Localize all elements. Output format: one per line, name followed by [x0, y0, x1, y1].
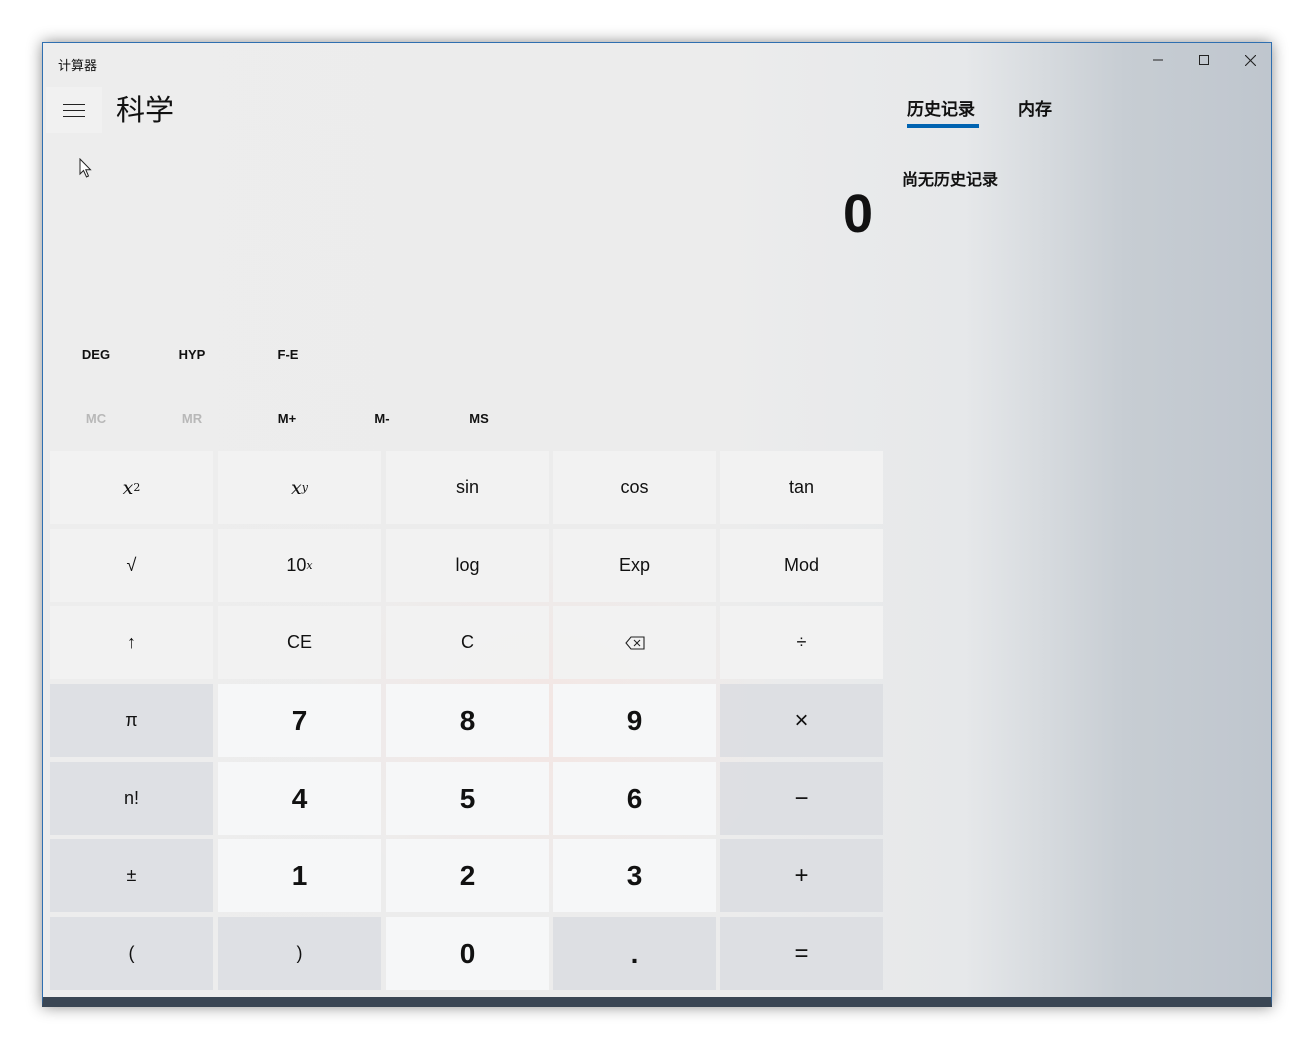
shift-button[interactable]: ↑ — [50, 606, 213, 679]
maximize-button[interactable] — [1181, 43, 1227, 77]
calculator-window: 计算器 科学 0 DEG HYP F-E MC MR M+ M- MS x2 x… — [42, 42, 1272, 1007]
hamburger-icon — [63, 103, 85, 105]
memory-store-button[interactable]: MS — [439, 411, 519, 426]
ten-power-button[interactable]: 10 x — [218, 529, 381, 602]
keypad: x2 xy sin cos tan √ 10 x log Exp Mod ↑ CE… — [50, 451, 884, 993]
memory-subtract-button[interactable]: M- — [342, 411, 422, 426]
square-root-button[interactable]: √ — [50, 529, 213, 602]
cosine-button[interactable]: cos — [553, 451, 716, 524]
backspace-button[interactable] — [553, 606, 716, 679]
empty-history-message: 尚无历史记录 — [902, 170, 999, 189]
pi-button[interactable]: π — [50, 684, 213, 757]
digit-2-button[interactable]: 2 — [386, 839, 549, 912]
close-icon — [1244, 54, 1256, 66]
memory-recall-button[interactable]: MR — [152, 411, 232, 426]
active-tab-indicator — [907, 124, 979, 128]
tab-history[interactable]: 历史记录 — [907, 95, 975, 120]
tangent-button[interactable]: tan — [720, 451, 883, 524]
minimize-button[interactable] — [1135, 43, 1181, 77]
mod-button[interactable]: Mod — [720, 529, 883, 602]
negate-button[interactable]: ± — [50, 839, 213, 912]
digit-1-button[interactable]: 1 — [218, 839, 381, 912]
log-button[interactable]: log — [386, 529, 549, 602]
clear-button[interactable]: C — [386, 606, 549, 679]
maximize-icon — [1199, 55, 1209, 65]
digit-8-button[interactable]: 8 — [386, 684, 549, 757]
clear-entry-button[interactable]: CE — [218, 606, 381, 679]
tab-memory[interactable]: 内存 — [1018, 95, 1052, 120]
digit-3-button[interactable]: 3 — [553, 839, 716, 912]
backspace-icon — [624, 635, 645, 650]
add-button[interactable]: + — [720, 839, 883, 912]
close-button[interactable] — [1227, 43, 1271, 77]
mouse-cursor-icon — [79, 158, 92, 178]
memory-clear-button[interactable]: MC — [56, 411, 136, 426]
result-display: 0 — [842, 184, 873, 244]
sine-button[interactable]: sin — [386, 451, 549, 524]
factorial-button[interactable]: n! — [50, 762, 213, 835]
digit-7-button[interactable]: 7 — [218, 684, 381, 757]
scientific-notation-toggle[interactable]: F-E — [248, 347, 328, 362]
exp-button[interactable]: Exp — [553, 529, 716, 602]
window-title: 计算器 — [58, 59, 98, 74]
close-paren-button[interactable]: ) — [218, 917, 381, 990]
navigation-menu-button[interactable] — [46, 87, 102, 133]
power-button[interactable]: xy — [218, 451, 381, 524]
minimize-icon — [1153, 59, 1163, 61]
digit-6-button[interactable]: 6 — [553, 762, 716, 835]
hyperbolic-toggle[interactable]: HYP — [152, 347, 232, 362]
open-paren-button[interactable]: ( — [50, 917, 213, 990]
digit-4-button[interactable]: 4 — [218, 762, 381, 835]
multiply-button[interactable]: × — [720, 684, 883, 757]
square-button[interactable]: x2 — [50, 451, 213, 524]
subtract-button[interactable]: − — [720, 762, 883, 835]
digit-5-button[interactable]: 5 — [386, 762, 549, 835]
angle-unit-toggle[interactable]: DEG — [56, 347, 136, 362]
digit-9-button[interactable]: 9 — [553, 684, 716, 757]
decimal-button[interactable]: . — [553, 917, 716, 990]
digit-0-button[interactable]: 0 — [386, 917, 549, 990]
equals-button[interactable]: = — [720, 917, 883, 990]
memory-add-button[interactable]: M+ — [247, 411, 327, 426]
divide-button[interactable]: ÷ — [720, 606, 883, 679]
calculator-mode-title: 科学 — [116, 93, 175, 127]
